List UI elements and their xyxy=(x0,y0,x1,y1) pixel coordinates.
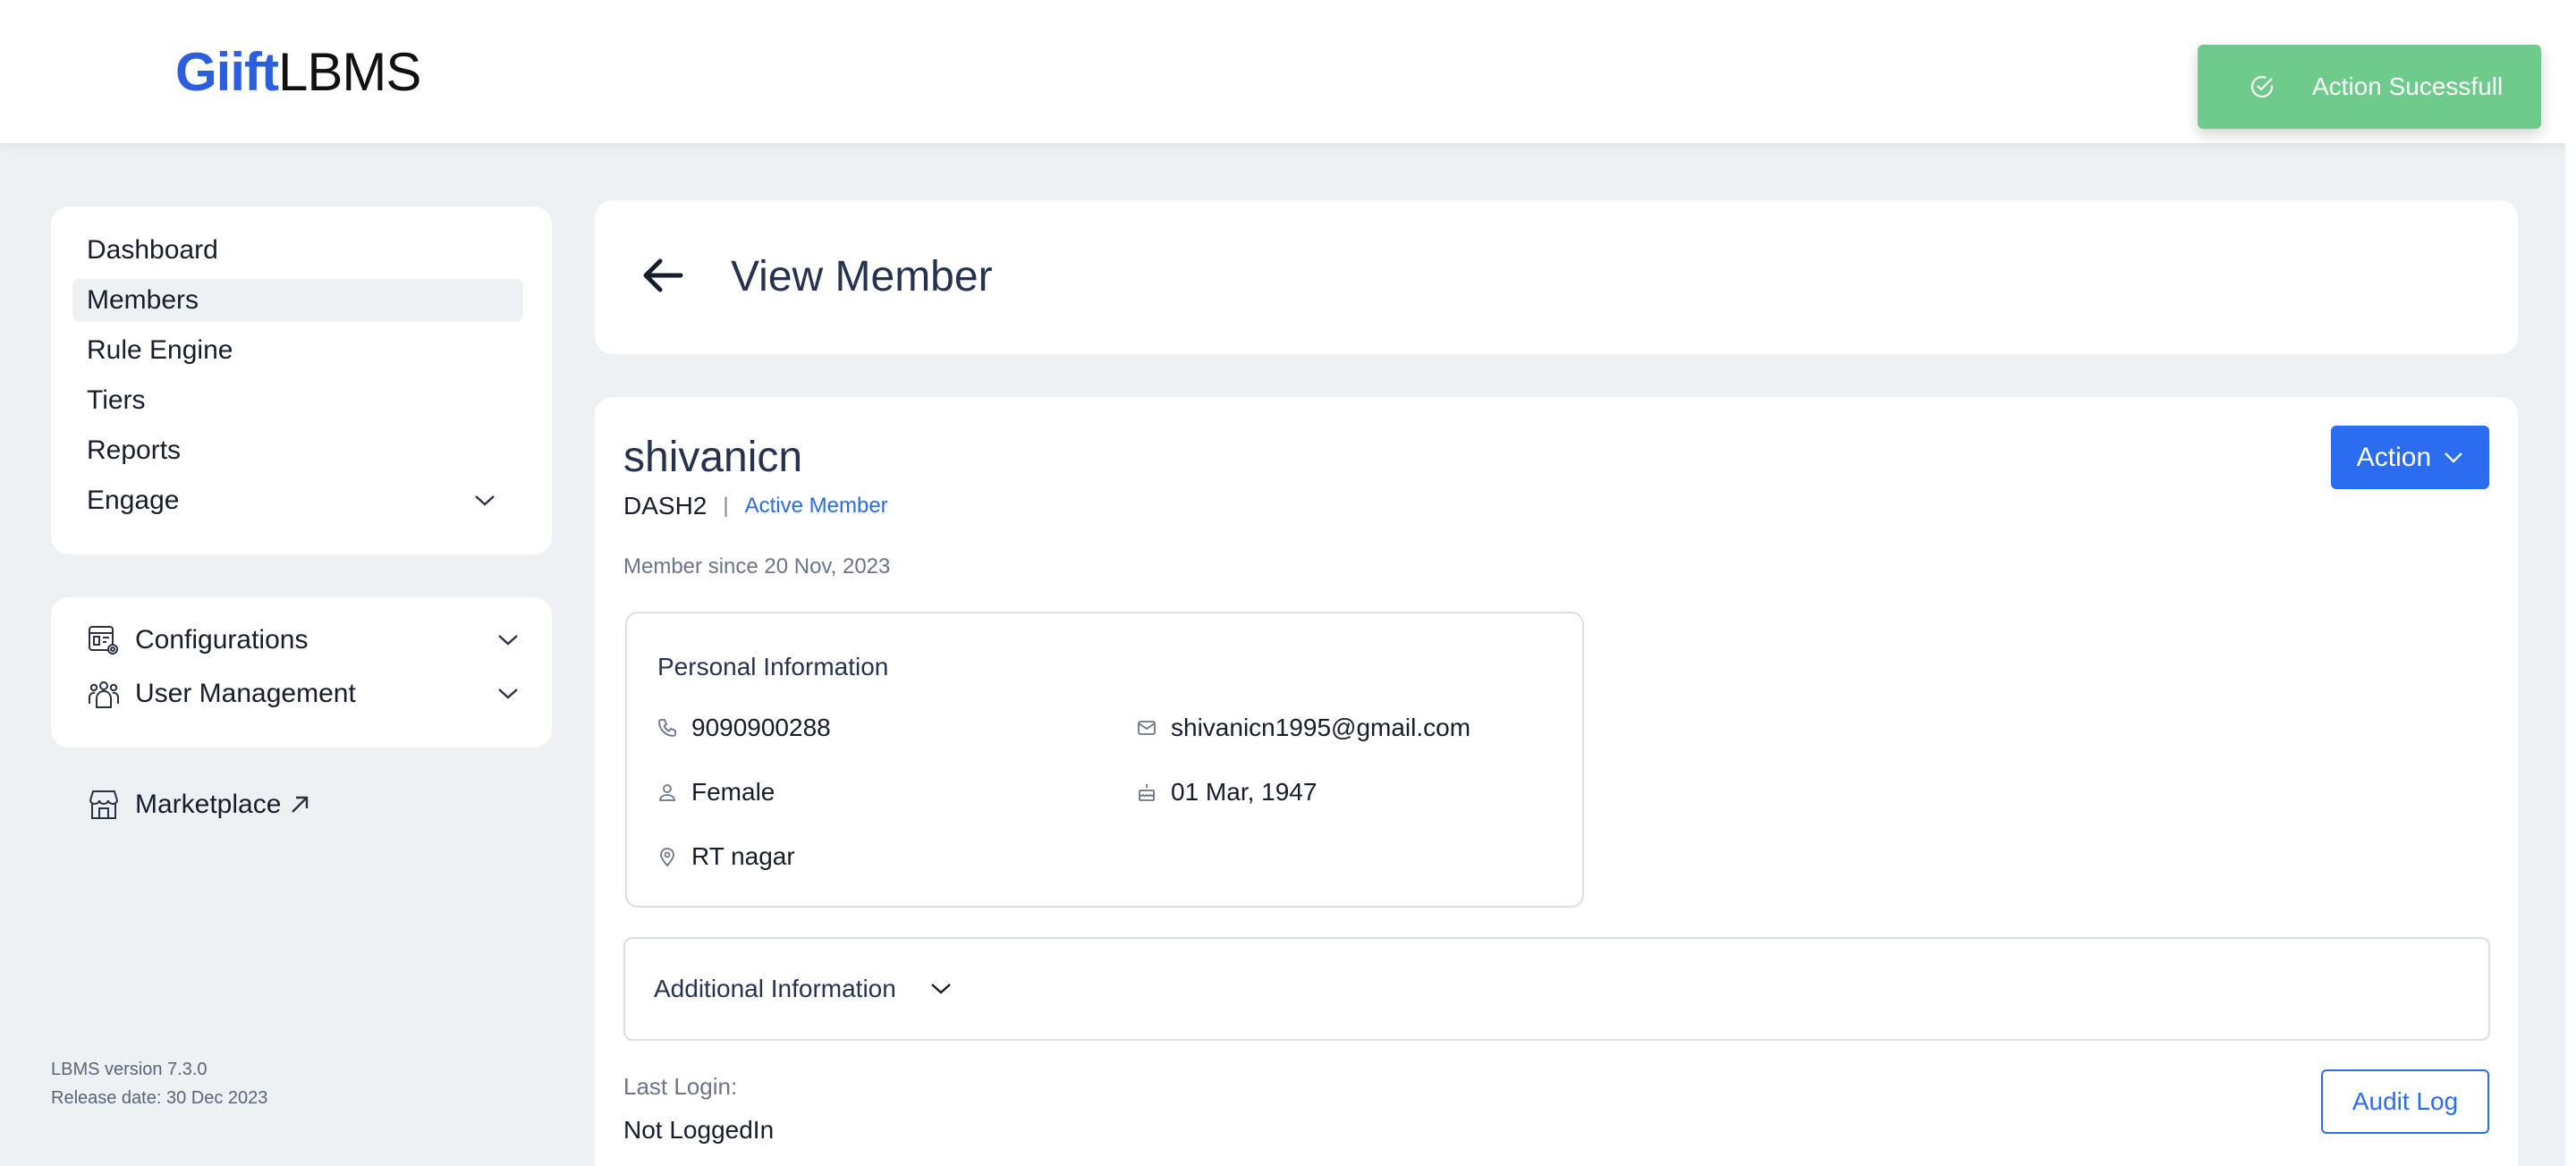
action-button-label: Action xyxy=(2356,442,2432,472)
phone-value: 9090900288 xyxy=(691,714,831,741)
member-details-card: shivanicn DASH2 | Active Member Member s… xyxy=(595,397,2518,1166)
phone-row: 9090900288 xyxy=(657,714,831,742)
chevron-down-icon xyxy=(498,689,518,699)
user-icon xyxy=(659,784,675,801)
personal-information-panel: Personal Information 9090900288 shivanic… xyxy=(625,612,1584,908)
sidebar-item-configurations[interactable]: Configurations xyxy=(87,618,525,663)
sidebar-item-label: Reports xyxy=(87,435,182,465)
release-date: Release date: 30 Dec 2023 xyxy=(51,1088,268,1108)
location-pin-icon xyxy=(660,848,674,866)
gender-row: Female xyxy=(657,778,775,807)
marketplace-label: Marketplace xyxy=(135,790,282,819)
member-meta: DASH2 | Active Member xyxy=(623,492,888,520)
sidebar-nav: Dashboard Members Rule Engine Tiers Repo… xyxy=(51,207,552,554)
chevron-down-icon xyxy=(475,495,495,506)
sidebar-item-dashboard[interactable]: Dashboard xyxy=(72,229,523,272)
gender-value: Female xyxy=(691,778,775,806)
sidebar-item-engage[interactable]: Engage xyxy=(72,479,523,522)
page-header: View Member xyxy=(595,200,2518,354)
version-info: LBMS version 7.3.0 Release date: 30 Dec … xyxy=(51,1055,267,1112)
member-name: shivanicn xyxy=(623,434,803,481)
dob-row: 01 Mar, 1947 xyxy=(1137,778,1317,807)
dob-value: 01 Mar, 1947 xyxy=(1171,778,1318,806)
sidebar-item-label: Engage xyxy=(87,486,180,515)
sidebar-item-label: Members xyxy=(87,285,199,315)
sidebar-item-label: Dashboard xyxy=(87,235,218,265)
sidebar-item-tiers[interactable]: Tiers xyxy=(72,379,523,422)
success-toast[interactable]: Action Sucessfull xyxy=(2198,45,2541,129)
additional-information-toggle[interactable]: Additional Information xyxy=(623,937,2490,1041)
sidebar-item-label: Configurations xyxy=(135,625,309,655)
sidebar-item-label: User Management xyxy=(135,679,356,708)
toast-message: Action Sucessfull xyxy=(2312,72,2504,100)
chevron-down-icon xyxy=(931,984,951,994)
sidebar-item-label: Rule Engine xyxy=(87,335,233,365)
user-management-icon xyxy=(89,681,119,708)
page-title: View Member xyxy=(731,253,993,300)
member-code: DASH2 xyxy=(623,492,708,520)
sidebar-item-reports[interactable]: Reports xyxy=(72,429,523,472)
status-badge: Active Member xyxy=(744,494,888,518)
sidebar-settings: Configurations User Management xyxy=(51,597,552,748)
location-value: RT nagar xyxy=(691,842,795,870)
logo-part-brand: Giift xyxy=(175,42,279,102)
location-row: RT nagar xyxy=(657,842,795,871)
chevron-down-icon xyxy=(498,635,518,646)
additional-info-label: Additional Information xyxy=(654,975,896,1002)
action-dropdown-button[interactable]: Action xyxy=(2331,426,2489,489)
check-circle-icon xyxy=(2248,72,2276,101)
logo-part-product: LBMS xyxy=(277,42,421,102)
last-login-label: Last Login: xyxy=(623,1073,738,1100)
version-number: LBMS version 7.3.0 xyxy=(51,1060,208,1079)
sidebar-item-user-management[interactable]: User Management xyxy=(87,672,525,716)
top-bar: GiiftLBMS xyxy=(0,0,2576,143)
chevron-down-icon xyxy=(2445,452,2463,463)
meta-separator: | xyxy=(723,494,729,518)
phone-icon xyxy=(658,719,676,737)
sidebar-item-rule-engine[interactable]: Rule Engine xyxy=(72,329,523,372)
member-since: Member since 20 Nov, 2023 xyxy=(623,554,891,579)
external-link-icon xyxy=(292,796,309,813)
personal-info-title: Personal Information xyxy=(657,653,889,680)
email-value: shivanicn1995@gmail.com xyxy=(1171,714,1471,741)
last-login-value: Not LoggedIn xyxy=(623,1116,775,1144)
app-logo[interactable]: GiiftLBMS xyxy=(175,41,421,103)
sidebar-item-members[interactable]: Members xyxy=(72,279,523,322)
birthday-cake-icon xyxy=(1139,784,1155,801)
scrollbar[interactable] xyxy=(2565,0,2576,1166)
marketplace-icon xyxy=(89,790,118,819)
audit-log-button[interactable]: Audit Log xyxy=(2321,1069,2489,1134)
sidebar-item-label: Tiers xyxy=(87,385,146,415)
configurations-icon xyxy=(89,626,118,655)
mail-icon xyxy=(1138,721,1156,735)
marketplace-link[interactable]: Marketplace xyxy=(87,783,311,826)
back-arrow-icon[interactable] xyxy=(638,250,688,300)
email-row: shivanicn1995@gmail.com xyxy=(1137,714,1470,742)
